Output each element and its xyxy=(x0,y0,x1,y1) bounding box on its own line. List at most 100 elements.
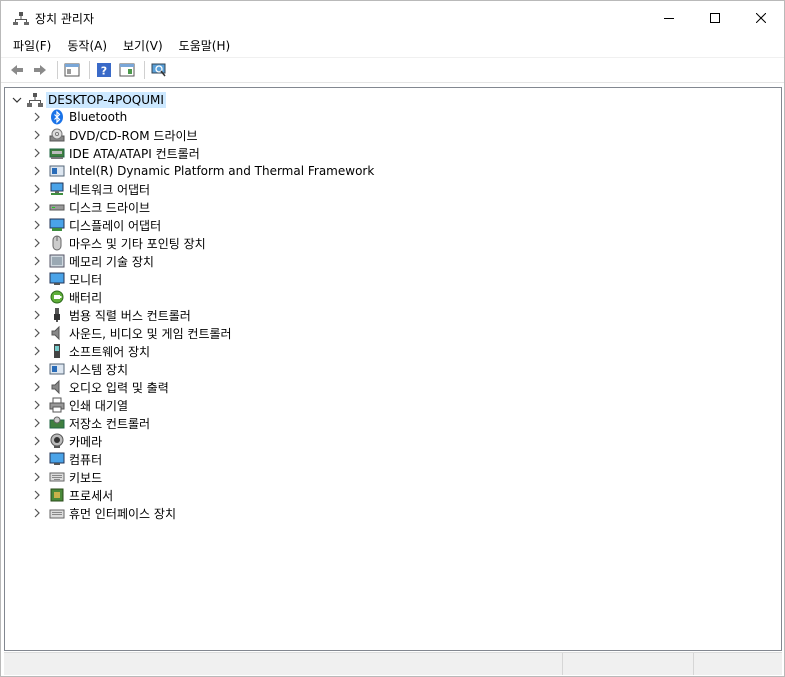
device-category-14[interactable]: 시스템 장치 xyxy=(29,360,374,378)
forward-button[interactable] xyxy=(30,60,50,80)
device-category-22[interactable]: 휴먼 인터페이스 장치 xyxy=(29,504,374,522)
collapsed-chevron-icon[interactable] xyxy=(29,307,45,323)
device-category-10[interactable]: 배터리 xyxy=(29,288,374,306)
device-category-1[interactable]: DVD/CD-ROM 드라이브 xyxy=(29,126,374,144)
collapsed-chevron-icon[interactable] xyxy=(29,397,45,413)
device-category-11[interactable]: 범용 직렬 버스 컨트롤러 xyxy=(29,306,374,324)
device-category-label[interactable]: 오디오 입력 및 출력 xyxy=(69,379,169,396)
title-bar[interactable]: 장치 관리자 xyxy=(1,1,784,35)
device-category-label[interactable]: 저장소 컨트롤러 xyxy=(69,415,150,432)
device-category-label[interactable]: 메모리 기술 장치 xyxy=(69,253,154,270)
device-category-label[interactable]: 휴먼 인터페이스 장치 xyxy=(69,505,176,522)
device-category-label[interactable]: 소프트웨어 장치 xyxy=(69,343,150,360)
device-category-0[interactable]: Bluetooth xyxy=(29,108,374,126)
storage-controller-icon xyxy=(49,415,65,431)
device-category-label[interactable]: 범용 직렬 버스 컨트롤러 xyxy=(69,307,191,324)
collapsed-chevron-icon[interactable] xyxy=(29,325,45,341)
device-category-4[interactable]: 네트워크 어댑터 xyxy=(29,180,374,198)
device-category-12[interactable]: 사운드, 비디오 및 게임 컨트롤러 xyxy=(29,324,374,342)
device-category-2[interactable]: IDE ATA/ATAPI 컨트롤러 xyxy=(29,144,374,162)
intel-framework-icon xyxy=(49,163,65,179)
device-category-17[interactable]: 저장소 컨트롤러 xyxy=(29,414,374,432)
device-category-7[interactable]: 마우스 및 기타 포인팅 장치 xyxy=(29,234,374,252)
device-category-label[interactable]: 사운드, 비디오 및 게임 컨트롤러 xyxy=(69,325,232,342)
device-category-20[interactable]: 키보드 xyxy=(29,468,374,486)
scan-hardware-button[interactable] xyxy=(149,60,169,80)
battery-icon xyxy=(49,289,65,305)
device-category-label[interactable]: 인쇄 대기열 xyxy=(69,397,128,414)
monitor-icon xyxy=(49,271,65,287)
collapsed-chevron-icon[interactable] xyxy=(29,109,45,125)
device-category-3[interactable]: Intel(R) Dynamic Platform and Thermal Fr… xyxy=(29,162,374,180)
device-category-label[interactable]: 키보드 xyxy=(69,469,102,486)
device-category-label[interactable]: 프로세서 xyxy=(69,487,113,504)
collapsed-chevron-icon[interactable] xyxy=(29,505,45,521)
collapsed-chevron-icon[interactable] xyxy=(29,163,45,179)
collapsed-chevron-icon[interactable] xyxy=(29,451,45,467)
device-category-label[interactable]: 컴퓨터 xyxy=(69,451,102,468)
collapsed-chevron-icon[interactable] xyxy=(29,235,45,251)
device-category-21[interactable]: 프로세서 xyxy=(29,486,374,504)
device-category-label[interactable]: IDE ATA/ATAPI 컨트롤러 xyxy=(69,145,200,162)
collapsed-chevron-icon[interactable] xyxy=(29,145,45,161)
collapsed-chevron-icon[interactable] xyxy=(29,199,45,215)
forward-arrow-icon xyxy=(34,65,46,75)
disk-drive-icon xyxy=(49,199,65,215)
status-bar xyxy=(4,652,782,675)
device-category-19[interactable]: 컴퓨터 xyxy=(29,450,374,468)
collapsed-chevron-icon[interactable] xyxy=(29,253,45,269)
device-category-label[interactable]: 마우스 및 기타 포인팅 장치 xyxy=(69,235,206,252)
show-hide-console-tree-button[interactable] xyxy=(62,60,82,80)
network-adapter-icon xyxy=(49,181,65,197)
device-category-13[interactable]: 소프트웨어 장치 xyxy=(29,342,374,360)
close-icon xyxy=(756,13,766,23)
device-category-label[interactable]: Bluetooth xyxy=(69,110,127,124)
collapsed-chevron-icon[interactable] xyxy=(29,343,45,359)
processor-icon xyxy=(49,487,65,503)
menu-view[interactable]: 보기(V) xyxy=(115,35,171,57)
collapsed-chevron-icon[interactable] xyxy=(29,289,45,305)
collapsed-chevron-icon[interactable] xyxy=(29,271,45,287)
properties-button[interactable] xyxy=(117,60,137,80)
collapsed-chevron-icon[interactable] xyxy=(29,127,45,143)
device-category-6[interactable]: 디스플레이 어댑터 xyxy=(29,216,374,234)
collapsed-chevron-icon[interactable] xyxy=(29,487,45,503)
device-category-9[interactable]: 모니터 xyxy=(29,270,374,288)
device-category-15[interactable]: 오디오 입력 및 출력 xyxy=(29,378,374,396)
help-button[interactable]: ? xyxy=(94,60,114,80)
device-category-label[interactable]: Intel(R) Dynamic Platform and Thermal Fr… xyxy=(69,164,374,178)
collapsed-chevron-icon[interactable] xyxy=(29,361,45,377)
collapsed-chevron-icon[interactable] xyxy=(29,217,45,233)
menu-action[interactable]: 동작(A) xyxy=(59,35,115,57)
tree-root[interactable]: DESKTOP-4POQUMI xyxy=(9,91,166,109)
collapsed-chevron-icon[interactable] xyxy=(29,433,45,449)
scan-hardware-icon xyxy=(151,63,166,77)
device-category-label[interactable]: 배터리 xyxy=(69,289,102,306)
device-category-label[interactable]: 네트워크 어댑터 xyxy=(69,181,150,198)
device-category-5[interactable]: 디스크 드라이브 xyxy=(29,198,374,216)
collapsed-chevron-icon[interactable] xyxy=(29,181,45,197)
back-button[interactable] xyxy=(7,60,27,80)
device-category-label[interactable]: 카메라 xyxy=(69,433,102,450)
collapsed-chevron-icon[interactable] xyxy=(29,379,45,395)
dvd-drive-icon xyxy=(49,127,65,143)
device-category-label[interactable]: DVD/CD-ROM 드라이브 xyxy=(69,127,198,144)
device-category-label[interactable]: 디스플레이 어댑터 xyxy=(69,217,161,234)
device-category-label[interactable]: 시스템 장치 xyxy=(69,361,128,378)
device-category-label[interactable]: 모니터 xyxy=(69,271,102,288)
maximize-button[interactable] xyxy=(692,1,738,35)
device-category-16[interactable]: 인쇄 대기열 xyxy=(29,396,374,414)
menu-help[interactable]: 도움말(H) xyxy=(171,35,239,57)
device-category-18[interactable]: 카메라 xyxy=(29,432,374,450)
minimize-button[interactable] xyxy=(646,1,692,35)
device-category-8[interactable]: 메모리 기술 장치 xyxy=(29,252,374,270)
device-tree[interactable]: DESKTOP-4POQUMI Bluetooth DVD/CD-ROM 드라이브… xyxy=(4,87,782,651)
menu-file[interactable]: 파일(F) xyxy=(5,35,59,57)
collapsed-chevron-icon[interactable] xyxy=(29,415,45,431)
ide-controller-icon xyxy=(49,145,65,161)
collapsed-chevron-icon[interactable] xyxy=(29,469,45,485)
expanded-chevron-icon[interactable] xyxy=(9,92,25,108)
root-label[interactable]: DESKTOP-4POQUMI xyxy=(46,92,166,108)
close-button[interactable] xyxy=(738,1,784,35)
device-category-label[interactable]: 디스크 드라이브 xyxy=(69,199,150,216)
